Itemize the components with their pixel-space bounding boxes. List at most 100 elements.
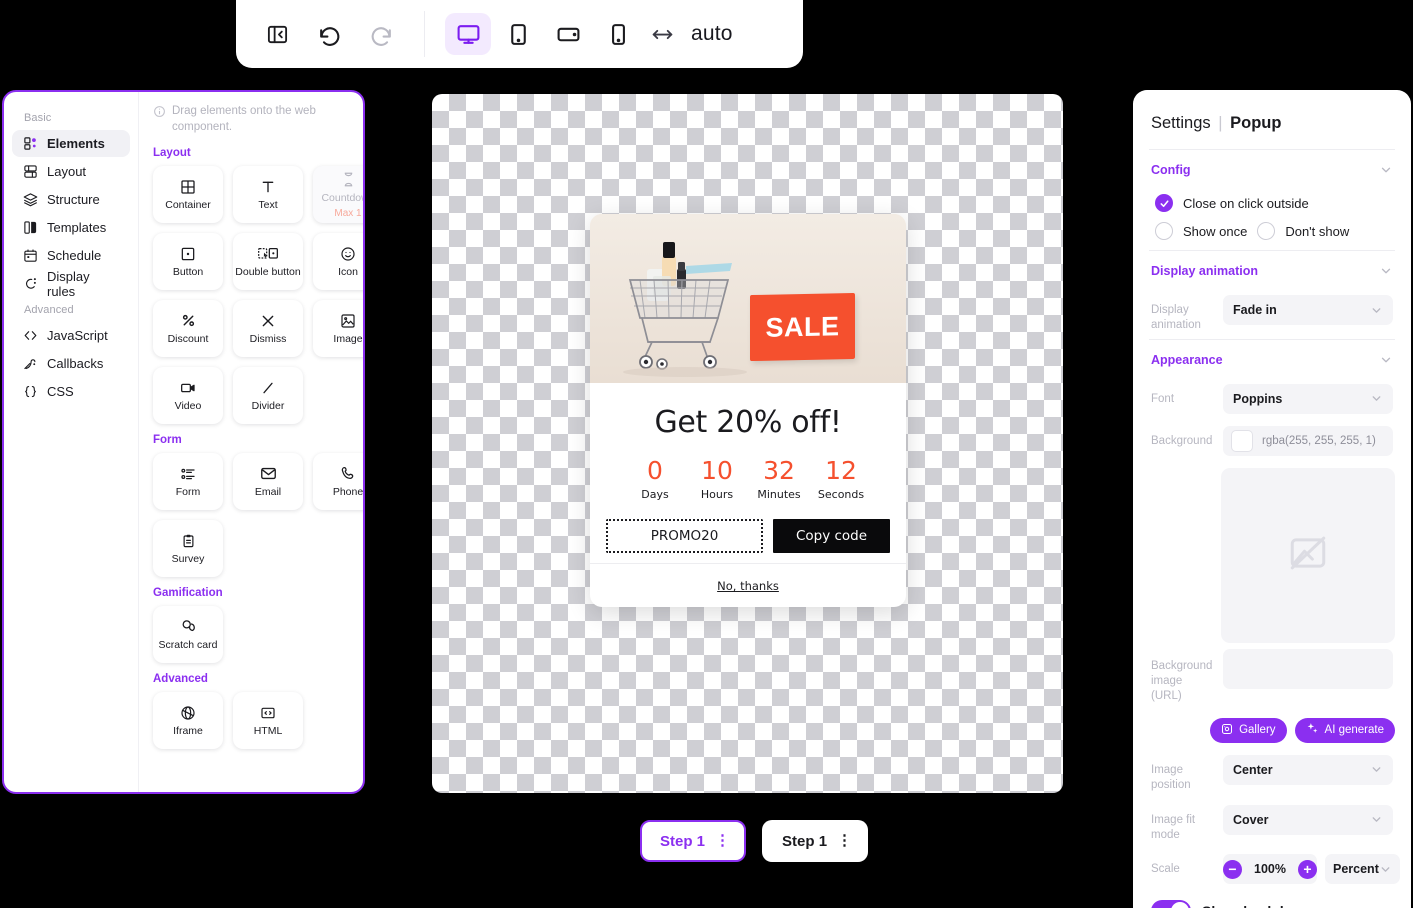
undo-button[interactable] <box>306 13 352 55</box>
element-card-double-button[interactable]: Double button <box>233 233 303 291</box>
step-menu-icon[interactable]: ⋮ <box>837 834 852 848</box>
sidebar-item-label: CSS <box>47 384 74 399</box>
gallery-icon <box>1221 723 1233 738</box>
sidebar-item-templates[interactable]: Templates <box>12 214 130 241</box>
image-fit-mode-select[interactable]: Cover <box>1223 804 1393 835</box>
toggle-knob <box>1171 902 1189 908</box>
element-card-divider[interactable]: Divider <box>233 367 303 425</box>
field-show-backdrop[interactable]: Show backdrop <box>1149 890 1395 908</box>
element-card-form[interactable]: Form <box>153 453 223 511</box>
step-tab-2[interactable]: Step 1 ⋮ <box>762 820 869 862</box>
section-header-appearance[interactable]: Appearance <box>1149 340 1395 378</box>
section-header-display-animation[interactable]: Display animation <box>1149 251 1395 289</box>
background-image-url-input[interactable] <box>1223 648 1393 689</box>
element-card-scratch-card[interactable]: Scratch card <box>153 606 223 664</box>
ai-generate-button[interactable]: AI generate <box>1294 717 1395 743</box>
background-image-dropzone[interactable] <box>1221 467 1395 643</box>
element-grid-gamification: Scratch card <box>153 606 351 664</box>
sidebar-item-callbacks[interactable]: Callbacks <box>12 350 130 377</box>
dismiss-link[interactable]: No, thanks <box>717 579 779 593</box>
device-desktop-button[interactable] <box>445 13 491 55</box>
element-card-phone[interactable]: Phone <box>313 453 363 511</box>
element-card-survey[interactable]: Survey <box>153 520 223 578</box>
preview-canvas[interactable]: SALE Get 20% off! 0 Days 10 Hours 32 Min… <box>432 94 1063 793</box>
step-tabs: Step 1 ⋮ Step 1 ⋮ <box>640 820 869 862</box>
promo-code-field[interactable]: PROMO20 <box>606 519 763 554</box>
promo-row: PROMO20 Copy code <box>606 519 890 554</box>
element-card-email[interactable]: Email <box>233 453 303 511</box>
percent-icon <box>180 312 197 329</box>
element-card-html[interactable]: HTML <box>233 692 303 750</box>
popup-preview[interactable]: SALE Get 20% off! 0 Days 10 Hours 32 Min… <box>590 214 906 608</box>
countdown-unit-days: 0 Days <box>624 457 686 501</box>
collapse-panel-button[interactable] <box>254 13 300 55</box>
step-menu-icon[interactable]: ⋮ <box>715 834 730 848</box>
countdown-timer[interactable]: 0 Days 10 Hours 32 Minutes 12 Seconds <box>606 456 890 501</box>
element-card-discount[interactable]: Discount <box>153 300 223 358</box>
field-background-image-url: Background image (URL) <box>1149 643 1395 710</box>
device-tablet-landscape-button[interactable] <box>545 13 591 55</box>
element-card-container[interactable]: Container <box>153 166 223 224</box>
scale-increment-button[interactable]: + <box>1298 859 1317 879</box>
element-card-video[interactable]: Video <box>153 367 223 425</box>
radio-label: Don't show <box>1285 223 1350 239</box>
popup-hero-image[interactable]: SALE <box>590 214 906 383</box>
radio-label: Show once <box>1183 223 1248 239</box>
element-card-image[interactable]: Image <box>313 300 363 358</box>
sidebar-item-schedule[interactable]: Schedule <box>12 242 130 269</box>
chevron-down-icon <box>1379 353 1393 367</box>
sidebar-item-display-rules[interactable]: Display rules <box>12 269 130 299</box>
element-card-badge: Max 1 <box>334 207 362 219</box>
element-card-icon[interactable]: Icon <box>313 233 363 291</box>
show-backdrop-toggle[interactable] <box>1151 900 1191 908</box>
resize-arrow-icon[interactable] <box>645 22 679 47</box>
step-tab-label: Step 1 <box>782 832 828 850</box>
section-header-config[interactable]: Config <box>1149 150 1395 188</box>
element-card-iframe[interactable]: Iframe <box>153 692 223 750</box>
checkbox-label: Close on click outside <box>1183 195 1309 211</box>
element-grid-advanced: Iframe HTML <box>153 692 351 750</box>
video-icon <box>179 379 197 396</box>
gallery-button[interactable]: Gallery <box>1210 717 1287 743</box>
element-card-button[interactable]: Button <box>153 233 223 291</box>
sidebar-item-label: Structure <box>47 192 100 207</box>
radio-show-once[interactable]: Show once <box>1155 222 1247 240</box>
element-card-label: Divider <box>251 400 285 412</box>
sidebar-item-structure[interactable]: Structure <box>12 186 130 213</box>
step-tab-1[interactable]: Step 1 ⋮ <box>640 820 747 862</box>
structure-icon <box>22 192 38 208</box>
scale-decrement-button[interactable]: − <box>1223 859 1242 879</box>
redo-button[interactable] <box>358 13 404 55</box>
image-position-select[interactable]: Center <box>1223 754 1393 785</box>
display-animation-select[interactable]: Fade in <box>1223 295 1393 325</box>
color-value: rgba(255, 255, 255, 1) <box>1262 434 1376 447</box>
countdown-value: 32 <box>763 456 795 485</box>
nav-group-label-advanced: Advanced <box>24 304 74 316</box>
device-mobile-button[interactable] <box>595 13 641 55</box>
copy-code-button[interactable]: Copy code <box>773 519 890 554</box>
auto-width-label[interactable]: auto <box>691 22 733 46</box>
settings-title-separator: | <box>1218 114 1223 132</box>
double-button-icon <box>257 245 279 262</box>
popup-title[interactable]: Get 20% off! <box>606 405 890 440</box>
iframe-icon <box>180 704 196 721</box>
sidebar-item-css[interactable]: CSS <box>12 378 130 405</box>
toolbar-divider <box>424 11 425 57</box>
scale-unit-select[interactable]: Percent <box>1325 854 1400 885</box>
container-icon <box>180 178 196 195</box>
sidebar-item-javascript[interactable]: JavaScript <box>12 322 130 349</box>
background-color-picker[interactable]: rgba(255, 255, 255, 1) <box>1223 425 1393 456</box>
font-select[interactable]: Poppins <box>1223 383 1393 414</box>
color-swatch[interactable] <box>1231 429 1253 452</box>
sidebar-item-elements[interactable]: Elements <box>12 130 130 157</box>
radio-dont-show[interactable]: Don't show <box>1257 222 1349 240</box>
field-control: Cover <box>1223 804 1393 835</box>
checkbox-close-on-click-outside[interactable]: Close on click outside <box>1149 188 1395 218</box>
section-title-advanced: Advanced <box>153 673 208 686</box>
element-card-dismiss[interactable]: Dismiss <box>233 300 303 358</box>
sidebar-item-layout[interactable]: Layout <box>12 158 130 185</box>
device-tablet-portrait-button[interactable] <box>495 13 541 55</box>
shopping-cart-image <box>590 214 906 383</box>
element-card-text[interactable]: Text <box>233 166 303 224</box>
smiley-icon <box>340 245 356 262</box>
